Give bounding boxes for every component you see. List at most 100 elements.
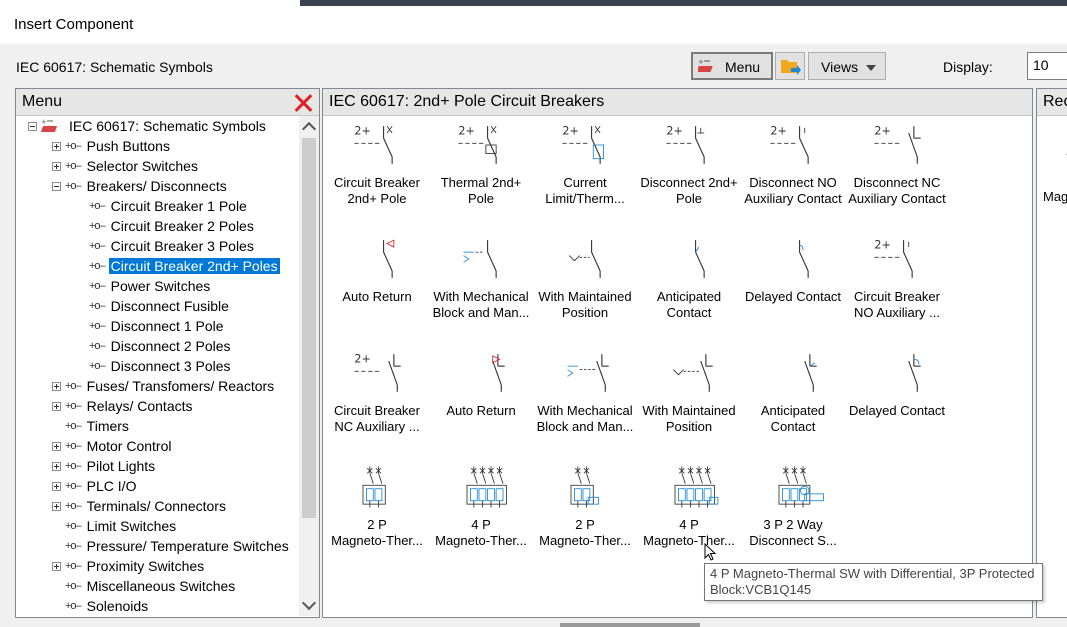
- component-item[interactable]: 2 P Magneto-Ther...: [325, 461, 429, 575]
- tree-item-label: Disconnect 3 Poles: [110, 358, 231, 374]
- svg-text:+: +: [41, 118, 47, 126]
- tree-item[interactable]: +o– Proximity Switches: [52, 556, 206, 576]
- component-item[interactable]: 2+ Thermal 2nd+ Pole: [429, 119, 533, 233]
- tree-item[interactable]: +o– Terminals/ Connectors: [52, 496, 228, 516]
- component-item[interactable]: Delayed Contact: [845, 347, 949, 461]
- component-label: Thermal 2nd+ Pole: [429, 175, 533, 207]
- expand-icon[interactable]: [52, 441, 61, 451]
- expand-icon[interactable]: [52, 561, 61, 571]
- expand-icon[interactable]: [52, 141, 61, 151]
- tree-item[interactable]: +o– Fuses/ Transfomers/ Reactors: [52, 376, 276, 396]
- tree-item[interactable]: +o– Circuit Breaker 2nd+ Poles: [76, 256, 280, 276]
- tree-item[interactable]: +o– Push Buttons: [52, 136, 172, 156]
- tree-item[interactable]: +o– Circuit Breaker 2 Poles: [76, 216, 256, 236]
- scroll-thumb[interactable]: [302, 138, 316, 518]
- expand-icon[interactable]: [52, 461, 61, 471]
- component-item[interactable]: With Mechanical Block and Man...: [533, 347, 637, 461]
- tree-item[interactable]: +o– Breakers/ Disconnects: [52, 176, 229, 196]
- delayed-nc-symbol-icon: [908, 354, 921, 392]
- mech-block-symbol-icon: [463, 240, 497, 278]
- views-dropdown[interactable]: Views: [808, 52, 886, 80]
- resize-grip[interactable]: [560, 623, 700, 627]
- tree-item[interactable]: +o– Timers: [52, 416, 131, 436]
- views-label: Views: [821, 59, 859, 75]
- component-label-line2: NC Auxiliary ...: [334, 419, 420, 434]
- tree-item[interactable]: +o– Disconnect 1 Pole: [76, 316, 226, 336]
- component-item[interactable]: 2 P Magneto-Ther...: [533, 461, 637, 575]
- expand-icon[interactable]: [52, 501, 61, 511]
- component-item[interactable]: Auto Return: [325, 233, 429, 347]
- expand-icon[interactable]: [52, 481, 61, 491]
- component-label: 4 P Magneto-Ther...: [429, 517, 533, 549]
- expand-icon[interactable]: [52, 401, 61, 411]
- component-label-line2: Position: [665, 419, 713, 434]
- close-icon[interactable]: [293, 93, 313, 113]
- menu-button[interactable]: + Menu: [691, 52, 773, 80]
- component-item[interactable]: Anticipated Contact: [637, 233, 741, 347]
- component-label-line1: Current: [563, 175, 607, 190]
- component-node-icon: +o–: [89, 240, 106, 252]
- component-item[interactable]: 2+ Disconnect 2nd+ Pole: [637, 119, 741, 233]
- component-item[interactable]: With Mechanical Block and Man...: [429, 233, 533, 347]
- component-label-line1: Disconnect 2nd+: [640, 175, 738, 190]
- tree-item[interactable]: +o– Limit Switches: [52, 516, 178, 536]
- tree-item[interactable]: +o– Disconnect 2 Poles: [76, 336, 233, 356]
- anticipated-nc-symbol-icon: [804, 354, 817, 392]
- breaker-2plus-symbol-icon: 2+: [354, 125, 393, 164]
- component-node-icon: +o–: [65, 560, 82, 572]
- component-item[interactable]: 3 P 2 Way Disconnect S...: [741, 461, 845, 575]
- tree-item[interactable]: +o– Circuit Breaker 1 Pole: [76, 196, 249, 216]
- component-item[interactable]: 4 P Magneto-Ther...: [637, 461, 741, 575]
- menu-scrollbar[interactable]: [299, 116, 319, 616]
- tree-item[interactable]: +o– Circuit Breaker 3 Poles: [76, 236, 256, 256]
- folder-icon: [781, 60, 801, 75]
- recent-component-symbol: [1066, 153, 1067, 155]
- open-folder-button[interactable]: [775, 52, 805, 80]
- scroll-up-icon[interactable]: [301, 121, 317, 137]
- tree-item[interactable]: +o– Disconnect 3 Poles: [76, 356, 233, 376]
- component-item[interactable]: 2+ Circuit Breaker 2nd+ Pole: [325, 119, 429, 233]
- expand-icon[interactable]: [52, 381, 61, 391]
- component-item[interactable]: Delayed Contact: [741, 233, 845, 347]
- library-icon: +: [41, 118, 58, 132]
- component-item[interactable]: Anticipated Contact: [741, 347, 845, 461]
- component-item[interactable]: 4 P Magneto-Ther...: [429, 461, 533, 575]
- expand-icon[interactable]: [52, 161, 61, 171]
- auto-return-nc-symbol-icon: [492, 354, 505, 392]
- component-label-line1: 2 P: [575, 517, 595, 532]
- tree-item[interactable]: +o– Motor Control: [52, 436, 173, 456]
- tree-item[interactable]: +o– Pressure/ Temperature Switches: [52, 536, 291, 556]
- tree-item[interactable]: +o– Relays/ Contacts: [52, 396, 195, 416]
- component-label: Disconnect 2nd+ Pole: [637, 175, 741, 207]
- tree-item[interactable]: + IEC 60617: Schematic Symbols: [28, 116, 268, 136]
- tree-item[interactable]: +o– Disconnect Fusible: [76, 296, 231, 316]
- recent-item-label[interactable]: Mag: [1043, 189, 1067, 204]
- component-item[interactable]: With Maintained Position: [533, 233, 637, 347]
- component-item[interactable]: With Maintained Position: [637, 347, 741, 461]
- component-node-icon: +o–: [65, 140, 82, 152]
- component-item[interactable]: Auto Return: [429, 347, 533, 461]
- component-item[interactable]: 2+ Circuit Breaker NO Auxiliary ...: [845, 233, 949, 347]
- tree-item[interactable]: +o– PLC I/O: [52, 476, 138, 496]
- component-item[interactable]: 2+ Current Limit/Therm...: [533, 119, 637, 233]
- component-item[interactable]: 2+ Disconnect NC Auxiliary Contact: [845, 119, 949, 233]
- disconnect-nc-symbol-icon: 2+: [874, 125, 921, 164]
- component-item[interactable]: 2+ Disconnect NO Auxiliary Contact: [741, 119, 845, 233]
- delayed-symbol-icon: [799, 240, 809, 278]
- tree-item[interactable]: +o– Selector Switches: [52, 156, 200, 176]
- collapse-icon[interactable]: [28, 121, 37, 131]
- tree-item[interactable]: +o– Solenoids: [52, 596, 150, 616]
- component-item[interactable]: 2+ Circuit Breaker NC Auxiliary ...: [325, 347, 429, 461]
- component-label-line1: With Maintained: [642, 403, 736, 418]
- component-node-icon: +o–: [89, 340, 106, 352]
- tree-item[interactable]: +o– Miscellaneous Switches: [52, 576, 237, 596]
- component-label: Circuit Breaker NO Auxiliary ...: [845, 289, 949, 321]
- component-label-line1: With Mechanical: [433, 289, 529, 304]
- tree-item[interactable]: +o– Pilot Lights: [52, 456, 157, 476]
- window-title: Insert Component: [14, 16, 134, 33]
- collapse-icon[interactable]: [52, 181, 61, 191]
- display-count-input[interactable]: 10: [1027, 52, 1067, 80]
- component-node-icon: +o–: [89, 200, 106, 212]
- scroll-down-icon[interactable]: [301, 595, 317, 611]
- tree-item[interactable]: +o– Power Switches: [76, 276, 212, 296]
